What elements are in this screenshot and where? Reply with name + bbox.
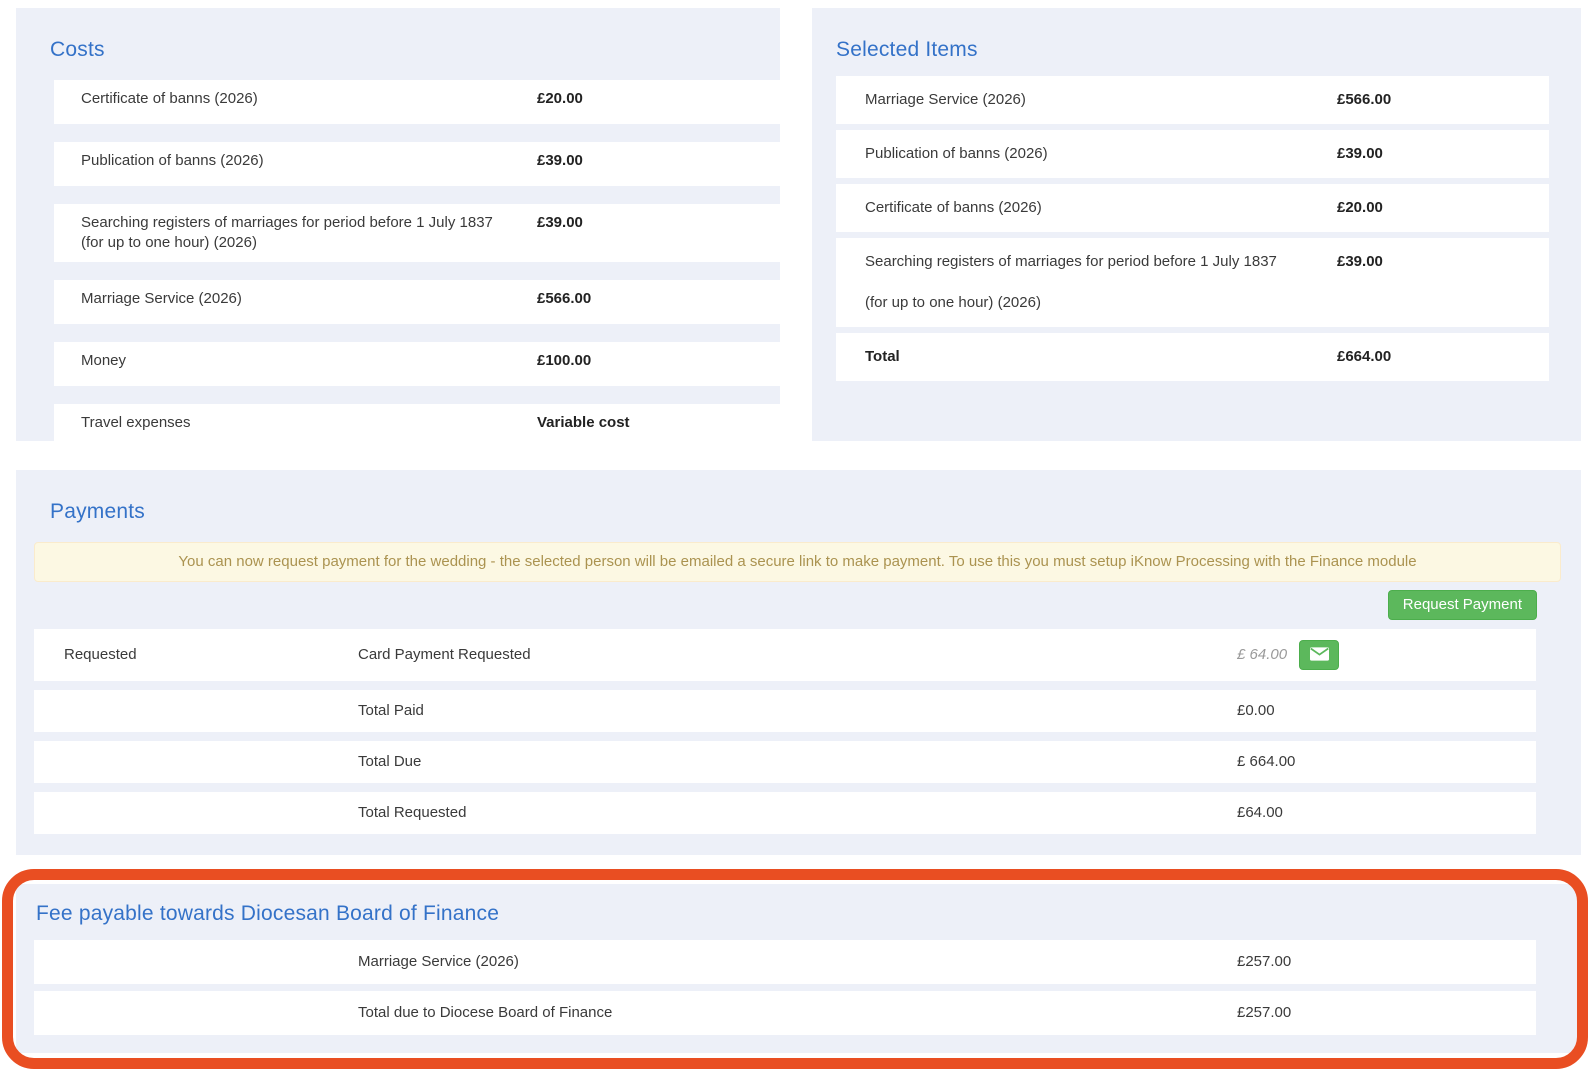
cost-row: Money £100.00 bbox=[54, 342, 780, 386]
item-amount: £39.00 bbox=[1337, 144, 1383, 164]
cost-row: Searching registers of marriages for per… bbox=[54, 204, 780, 262]
cost-label: Marriage Service (2026) bbox=[81, 289, 537, 309]
payment-label: Total Paid bbox=[358, 701, 1237, 721]
payment-amount: £ 664.00 bbox=[1237, 752, 1295, 772]
item-amount: £39.00 bbox=[1337, 252, 1383, 272]
payments-title: Payments bbox=[50, 500, 1581, 524]
fee-label: Total due to Diocese Board of Finance bbox=[358, 1003, 1237, 1023]
payment-label: Card Payment Requested bbox=[358, 645, 1237, 665]
payment-row: Total Paid £0.00 bbox=[34, 690, 1536, 732]
cost-amount: £100.00 bbox=[537, 351, 591, 371]
cost-row: Publication of banns (2026) £39.00 bbox=[54, 142, 780, 186]
payment-amount: £64.00 bbox=[1237, 803, 1283, 823]
selected-items-total-row: Total £664.00 bbox=[836, 333, 1549, 381]
costs-panel: Costs Certificate of banns (2026) £20.00… bbox=[16, 8, 780, 441]
cost-amount: Variable cost bbox=[537, 413, 630, 433]
item-label: Publication of banns (2026) bbox=[865, 144, 1337, 164]
cost-label: Travel expenses bbox=[81, 413, 537, 433]
cost-label: Searching registers of marriages for per… bbox=[81, 213, 537, 253]
cost-amount: £39.00 bbox=[537, 213, 583, 233]
selected-items-title: Selected Items bbox=[836, 38, 1581, 62]
payment-notice-banner: You can now request payment for the wedd… bbox=[34, 542, 1561, 582]
payment-amount: £ 64.00 bbox=[1237, 645, 1287, 665]
selected-item-row: Searching registers of marriages for per… bbox=[836, 238, 1549, 327]
item-amount: £566.00 bbox=[1337, 90, 1391, 110]
payments-toolbar: Request Payment bbox=[16, 590, 1537, 620]
request-payment-button[interactable]: Request Payment bbox=[1388, 590, 1537, 620]
item-label: Searching registers of marriages for per… bbox=[865, 252, 1337, 313]
cost-label: Publication of banns (2026) bbox=[81, 151, 537, 171]
diocesan-fee-total-row: Total due to Diocese Board of Finance £2… bbox=[34, 991, 1536, 1035]
payment-row: Requested Card Payment Requested £ 64.00 bbox=[34, 629, 1536, 681]
fee-amount: £257.00 bbox=[1237, 952, 1526, 972]
selected-items-panel: Selected Items Marriage Service (2026) £… bbox=[812, 8, 1581, 441]
cost-row: Travel expenses Variable cost bbox=[54, 404, 780, 448]
selected-item-row: Certificate of banns (2026) £20.00 bbox=[836, 184, 1549, 232]
envelope-icon bbox=[1310, 647, 1329, 664]
payment-label: Total Due bbox=[358, 752, 1237, 772]
selected-item-row: Publication of banns (2026) £39.00 bbox=[836, 130, 1549, 178]
diocesan-fees-title: Fee payable towards Diocesan Board of Fi… bbox=[36, 902, 1581, 926]
item-amount: £20.00 bbox=[1337, 198, 1383, 218]
cost-amount: £20.00 bbox=[537, 89, 583, 109]
payment-amount: £0.00 bbox=[1237, 701, 1275, 721]
cost-label: Certificate of banns (2026) bbox=[81, 89, 537, 109]
fee-amount: £257.00 bbox=[1237, 1003, 1526, 1023]
total-label: Total bbox=[865, 347, 1337, 367]
selected-item-row: Marriage Service (2026) £566.00 bbox=[836, 76, 1549, 124]
cost-row: Marriage Service (2026) £566.00 bbox=[54, 280, 780, 324]
payment-row: Total Due £ 664.00 bbox=[34, 741, 1536, 783]
diocesan-fee-row: Marriage Service (2026) £257.00 bbox=[34, 940, 1536, 984]
item-label: Certificate of banns (2026) bbox=[865, 198, 1337, 218]
resend-payment-email-button[interactable] bbox=[1299, 640, 1339, 670]
fee-label: Marriage Service (2026) bbox=[358, 952, 1237, 972]
cost-label: Money bbox=[81, 351, 537, 371]
cost-amount: £566.00 bbox=[537, 289, 591, 309]
payments-panel: Payments You can now request payment for… bbox=[16, 470, 1581, 855]
payment-row: Total Requested £64.00 bbox=[34, 792, 1536, 834]
payment-label: Total Requested bbox=[358, 803, 1237, 823]
cost-row: Certificate of banns (2026) £20.00 bbox=[54, 80, 780, 124]
costs-title: Costs bbox=[50, 38, 780, 62]
item-label: Marriage Service (2026) bbox=[865, 90, 1337, 110]
payment-amount-group: £ 64.00 bbox=[1237, 640, 1526, 670]
diocesan-fees-panel: Fee payable towards Diocesan Board of Fi… bbox=[16, 884, 1581, 1053]
cost-amount: £39.00 bbox=[537, 151, 583, 171]
payment-status: Requested bbox=[64, 645, 358, 665]
total-amount: £664.00 bbox=[1337, 347, 1391, 367]
